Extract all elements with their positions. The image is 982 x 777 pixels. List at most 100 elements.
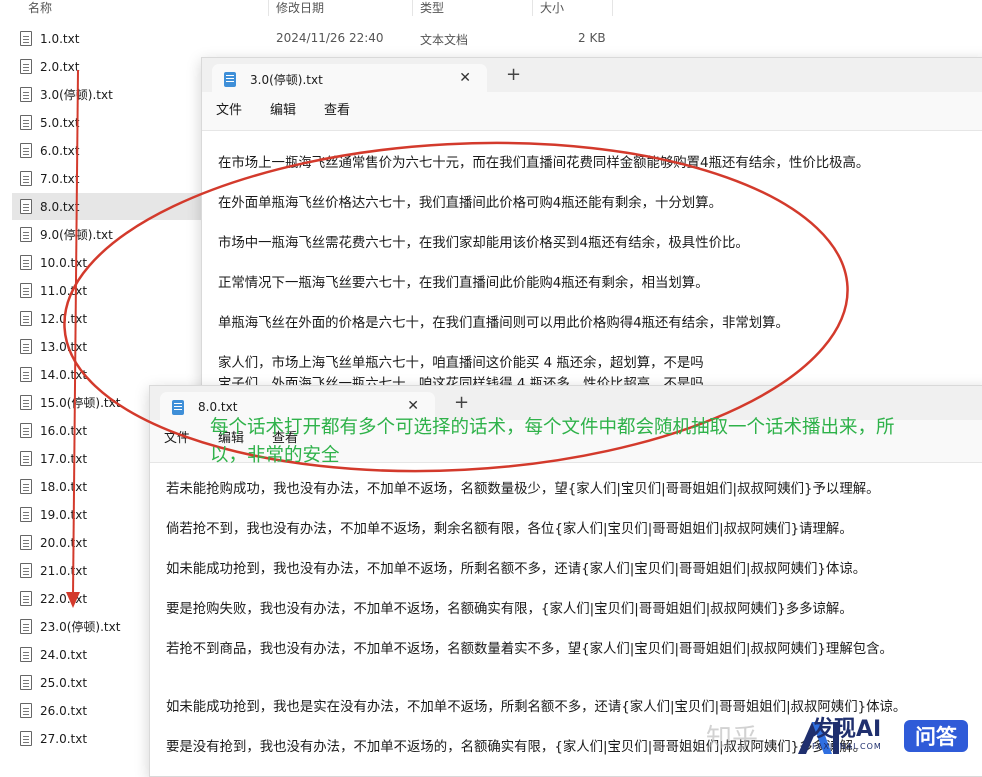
file-modified-date: 2024/11/26 22:40: [276, 31, 384, 45]
text-file-icon: [20, 367, 32, 382]
file-list-item[interactable]: 1.0.txt: [12, 25, 202, 52]
text-file-icon: [20, 675, 32, 690]
file-name: 12.0.txt: [40, 311, 88, 326]
editor-text-line: 如未能成功抢到，我也没有办法，不加单不返场，所剩名额不多，还请{家人们|宝贝们|…: [166, 562, 867, 577]
add-tab-icon[interactable]: +: [506, 64, 521, 85]
text-file-icon: [20, 339, 32, 354]
editor-text-line: 若未能抢购成功，我也没有办法，不加单不返场，名额数量极少，望{家人们|宝贝们|哥…: [166, 482, 880, 497]
notepad-icon: [172, 399, 184, 415]
text-file-icon: [20, 143, 32, 158]
file-name: 26.0.txt: [40, 703, 88, 718]
file-list-item[interactable]: 13.0.txt: [12, 333, 202, 360]
file-list-item[interactable]: 7.0.txt: [12, 165, 202, 192]
text-file-icon: [20, 647, 32, 662]
annotation-text: 每个话术打开都有多个可选择的话术，每个文件中都会随机抽取一个话术播出来，所以，非…: [210, 417, 895, 466]
file-name: 23.0(停顿).txt: [40, 620, 121, 634]
text-file-icon: [20, 535, 32, 550]
column-type[interactable]: 类型: [420, 0, 444, 16]
title-bar: 3.0(停顿).txt ✕ +: [202, 58, 982, 94]
editor-text-line: 倘若抢不到，我也没有办法，不加单不返场，剩余名额有限，各位{家人们|宝贝们|哥哥…: [166, 522, 853, 537]
close-tab-icon[interactable]: ✕: [407, 398, 419, 414]
column-divider[interactable]: [268, 0, 269, 16]
file-name: 16.0.txt: [40, 423, 88, 438]
tab-title: 8.0.txt: [198, 400, 238, 414]
file-list-item[interactable]: 2.0.txt: [12, 53, 202, 80]
tab-title: 3.0(停顿).txt: [250, 72, 323, 87]
file-list-item[interactable]: 11.0.txt: [12, 277, 202, 304]
file-list-item[interactable]: 3.0(停顿).txt: [12, 81, 202, 108]
file-name: 20.0.txt: [40, 535, 88, 550]
column-divider[interactable]: [612, 0, 613, 16]
text-file-icon: [20, 395, 32, 410]
text-file-icon: [20, 423, 32, 438]
text-file-icon: [20, 283, 32, 298]
text-file-icon: [20, 227, 32, 242]
editor-text-line: 在外面单瓶海飞丝价格达六七十，我们直播间此价格可购4瓶还能有剩余，十分划算。: [218, 196, 722, 211]
text-file-icon: [20, 703, 32, 718]
editor-text-line: 正常情况下一瓶海飞丝要六七十，在我们直播间此价能购4瓶还有剩余，相当划算。: [218, 276, 709, 291]
editor-text-line: 要是抢购失败，我也没有办法，不加单不返场，名额确实有限，{家人们|宝贝们|哥哥姐…: [166, 602, 853, 617]
menu-file[interactable]: 文件: [164, 427, 190, 446]
file-name: 14.0.txt: [40, 367, 88, 382]
file-name: 18.0.txt: [40, 479, 88, 494]
editor-text-line: 在市场上一瓶海飞丝通常售价为六七十元，而在我们直播间花费同样金额能够购置4瓶还有…: [218, 156, 870, 171]
file-name: 24.0.txt: [40, 647, 88, 662]
text-file-icon: [20, 619, 32, 634]
file-list-item[interactable]: 14.0.txt: [12, 361, 202, 388]
file-name: 3.0(停顿).txt: [40, 88, 113, 102]
file-list-item[interactable]: 10.0.txt: [12, 249, 202, 276]
file-name: 1.0.txt: [40, 31, 80, 46]
text-file-icon: [20, 87, 32, 102]
column-size[interactable]: 大小: [540, 0, 564, 16]
zhihu-watermark: 知乎: [706, 724, 759, 754]
qa-badge: 问答: [904, 720, 968, 752]
text-file-icon: [20, 731, 32, 746]
column-divider[interactable]: [412, 0, 413, 16]
menu-file[interactable]: 文件: [216, 99, 242, 118]
file-list-item[interactable]: 5.0.txt: [12, 109, 202, 136]
text-file-icon: [20, 591, 32, 606]
column-divider[interactable]: [532, 0, 533, 16]
file-name: 9.0(停顿).txt: [40, 228, 113, 242]
brand-name: 发现AI: [812, 717, 882, 742]
text-file-icon: [20, 311, 32, 326]
file-name: 15.0(停顿).txt: [40, 396, 121, 410]
notepad-window-back: 3.0(停顿).txt ✕ + 文件 编辑 查看 在市场上一瓶海飞丝通常售价为六…: [201, 57, 982, 399]
file-name: 21.0.txt: [40, 563, 88, 578]
file-list-item[interactable]: 9.0(停顿).txt: [12, 221, 202, 248]
brand-watermark: 发现AI FAXIANAI.COM: [812, 717, 882, 752]
text-file-icon: [20, 199, 32, 214]
file-list-item[interactable]: 6.0.txt: [12, 137, 202, 164]
file-name: 27.0.txt: [40, 731, 88, 746]
text-editor[interactable]: 在市场上一瓶海飞丝通常售价为六七十元，而在我们直播间花费同样金额能够购置4瓶还有…: [202, 130, 982, 398]
text-file-icon: [20, 451, 32, 466]
editor-text-line: 单瓶海飞丝在外面的价格是六七十，在我们直播间则可以用此价格购得4瓶还有结余，非常…: [218, 316, 789, 331]
file-name: 2.0.txt: [40, 59, 80, 74]
column-name[interactable]: 名称: [28, 0, 52, 16]
menu-edit[interactable]: 编辑: [270, 99, 296, 118]
file-name: 17.0.txt: [40, 451, 88, 466]
file-name: 8.0.txt: [40, 199, 80, 214]
column-header-row: 名称 修改日期 类型 大小: [0, 0, 620, 16]
file-name: 22.0.txt: [40, 591, 88, 606]
file-name: 25.0.txt: [40, 675, 88, 690]
brand-domain: FAXIANAI.COM: [812, 742, 882, 751]
file-name: 7.0.txt: [40, 171, 80, 186]
add-tab-icon[interactable]: +: [454, 392, 469, 413]
editor-text-line: 如未能成功抢到，我也是实在没有办法，不加单不返场，所剩名额不多，还请{家人们|宝…: [166, 700, 907, 715]
editor-text-line: 市场中一瓶海飞丝需花费六七十，在我们家却能用该价格买到4瓶还有结余，极具性价比。: [218, 236, 749, 251]
text-file-icon: [20, 59, 32, 74]
text-file-icon: [20, 171, 32, 186]
file-name: 19.0.txt: [40, 507, 88, 522]
file-list-item[interactable]: 8.0.txt: [12, 193, 202, 220]
file-name: 5.0.txt: [40, 115, 80, 130]
column-modified[interactable]: 修改日期: [276, 0, 324, 16]
close-tab-icon[interactable]: ✕: [459, 70, 471, 86]
menu-view[interactable]: 查看: [324, 99, 350, 118]
text-file-icon: [20, 507, 32, 522]
text-file-icon: [20, 563, 32, 578]
file-name: 11.0.txt: [40, 283, 88, 298]
file-list-item[interactable]: 12.0.txt: [12, 305, 202, 332]
tab-active[interactable]: 3.0(停顿).txt ✕: [212, 64, 487, 94]
text-file-icon: [20, 31, 32, 46]
